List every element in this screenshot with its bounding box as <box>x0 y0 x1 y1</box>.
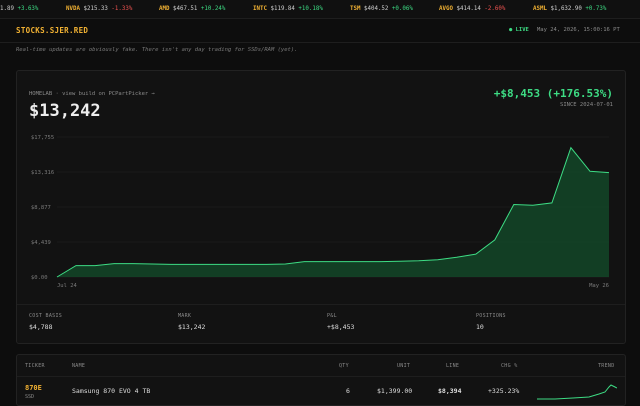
site-brand[interactable]: STOCKS.SJER.RED <box>16 26 88 35</box>
ticker-item[interactable]: TSM $404.52 +0.06% <box>350 0 413 18</box>
ticker-item[interactable]: 1.89 +3.63% <box>0 0 38 18</box>
stat-positions: POSITIONS 10 <box>476 313 506 331</box>
ticker-item[interactable]: NVDA $215.33 -1.33% <box>66 0 132 18</box>
row-name: Samsung 870 EVO 4 TB <box>72 387 151 395</box>
col-line[interactable]: LINE <box>446 363 459 369</box>
y-tick-label: $0.00 <box>31 275 48 281</box>
portfolio-panel: HOMELAB · view build on PCPartPicker → $… <box>16 70 626 344</box>
stat-cost-basis: COST BASIS $4,788 <box>29 313 63 331</box>
holdings-table: TICKER NAME QTY UNIT LINE CHG % TREND 87… <box>16 354 626 406</box>
col-qty[interactable]: QTY <box>339 363 349 369</box>
y-tick-label: $8,877 <box>31 205 51 211</box>
x-axis: Jul 24 May 26 <box>57 283 609 289</box>
row-unit: $1,399.00 <box>377 387 413 395</box>
col-chg[interactable]: CHG % <box>501 363 518 369</box>
x-tick-label: May 26 <box>589 283 609 289</box>
portfolio-chart[interactable]: $0.00 $4,439 $8,877 $13,316 $17,755 Jul 24 Ma… <box>17 71 625 303</box>
row-line: $8,394 <box>438 387 462 395</box>
stats-divider <box>17 304 625 305</box>
y-tick-label: $4,439 <box>31 240 51 246</box>
row-qty: 6 <box>346 387 350 395</box>
header-divider <box>17 376 625 377</box>
y-axis: $0.00 $4,439 $8,877 $13,316 $17,755 <box>31 135 54 281</box>
ticker-item[interactable]: ASML $1,632.90 +0.73% <box>533 0 606 18</box>
ticker-tape: 1.89 +3.63% NVDA $215.33 -1.33% AMD $467… <box>0 0 640 19</box>
row-ticker: 870E <box>25 384 42 392</box>
col-unit[interactable]: UNIT <box>397 363 410 369</box>
disclaimer-note: Real-time updates are obviously fake. Th… <box>16 47 298 53</box>
live-indicator: ● LIVE <box>509 27 529 33</box>
col-ticker[interactable]: TICKER <box>25 363 45 369</box>
stat-pnl: P&L +$8,453 <box>327 313 355 331</box>
row-chg: +325.23% <box>488 387 520 395</box>
value-area <box>57 147 609 277</box>
col-trend[interactable]: TREND <box>598 363 615 369</box>
stat-mark: MARK $13,242 <box>178 313 206 331</box>
y-tick-label: $13,316 <box>31 170 54 176</box>
ticker-item[interactable]: AVGO $414.14 -2.60% <box>439 0 505 18</box>
row-sparkline <box>537 384 617 400</box>
ticker-item[interactable]: AMD $467.51 +10.24% <box>159 0 225 18</box>
col-name[interactable]: NAME <box>72 363 85 369</box>
ticker-item[interactable]: INTC $119.84 +10.18% <box>253 0 323 18</box>
x-tick-label: Jul 24 <box>57 283 78 289</box>
y-tick-label: $17,755 <box>31 135 54 141</box>
site-header: STOCKS.SJER.RED ● LIVE May 24, 2026, 15:… <box>0 19 640 43</box>
clock: May 24, 2026, 15:00:16 PT <box>537 27 620 33</box>
row-type: SSD <box>25 394 35 400</box>
